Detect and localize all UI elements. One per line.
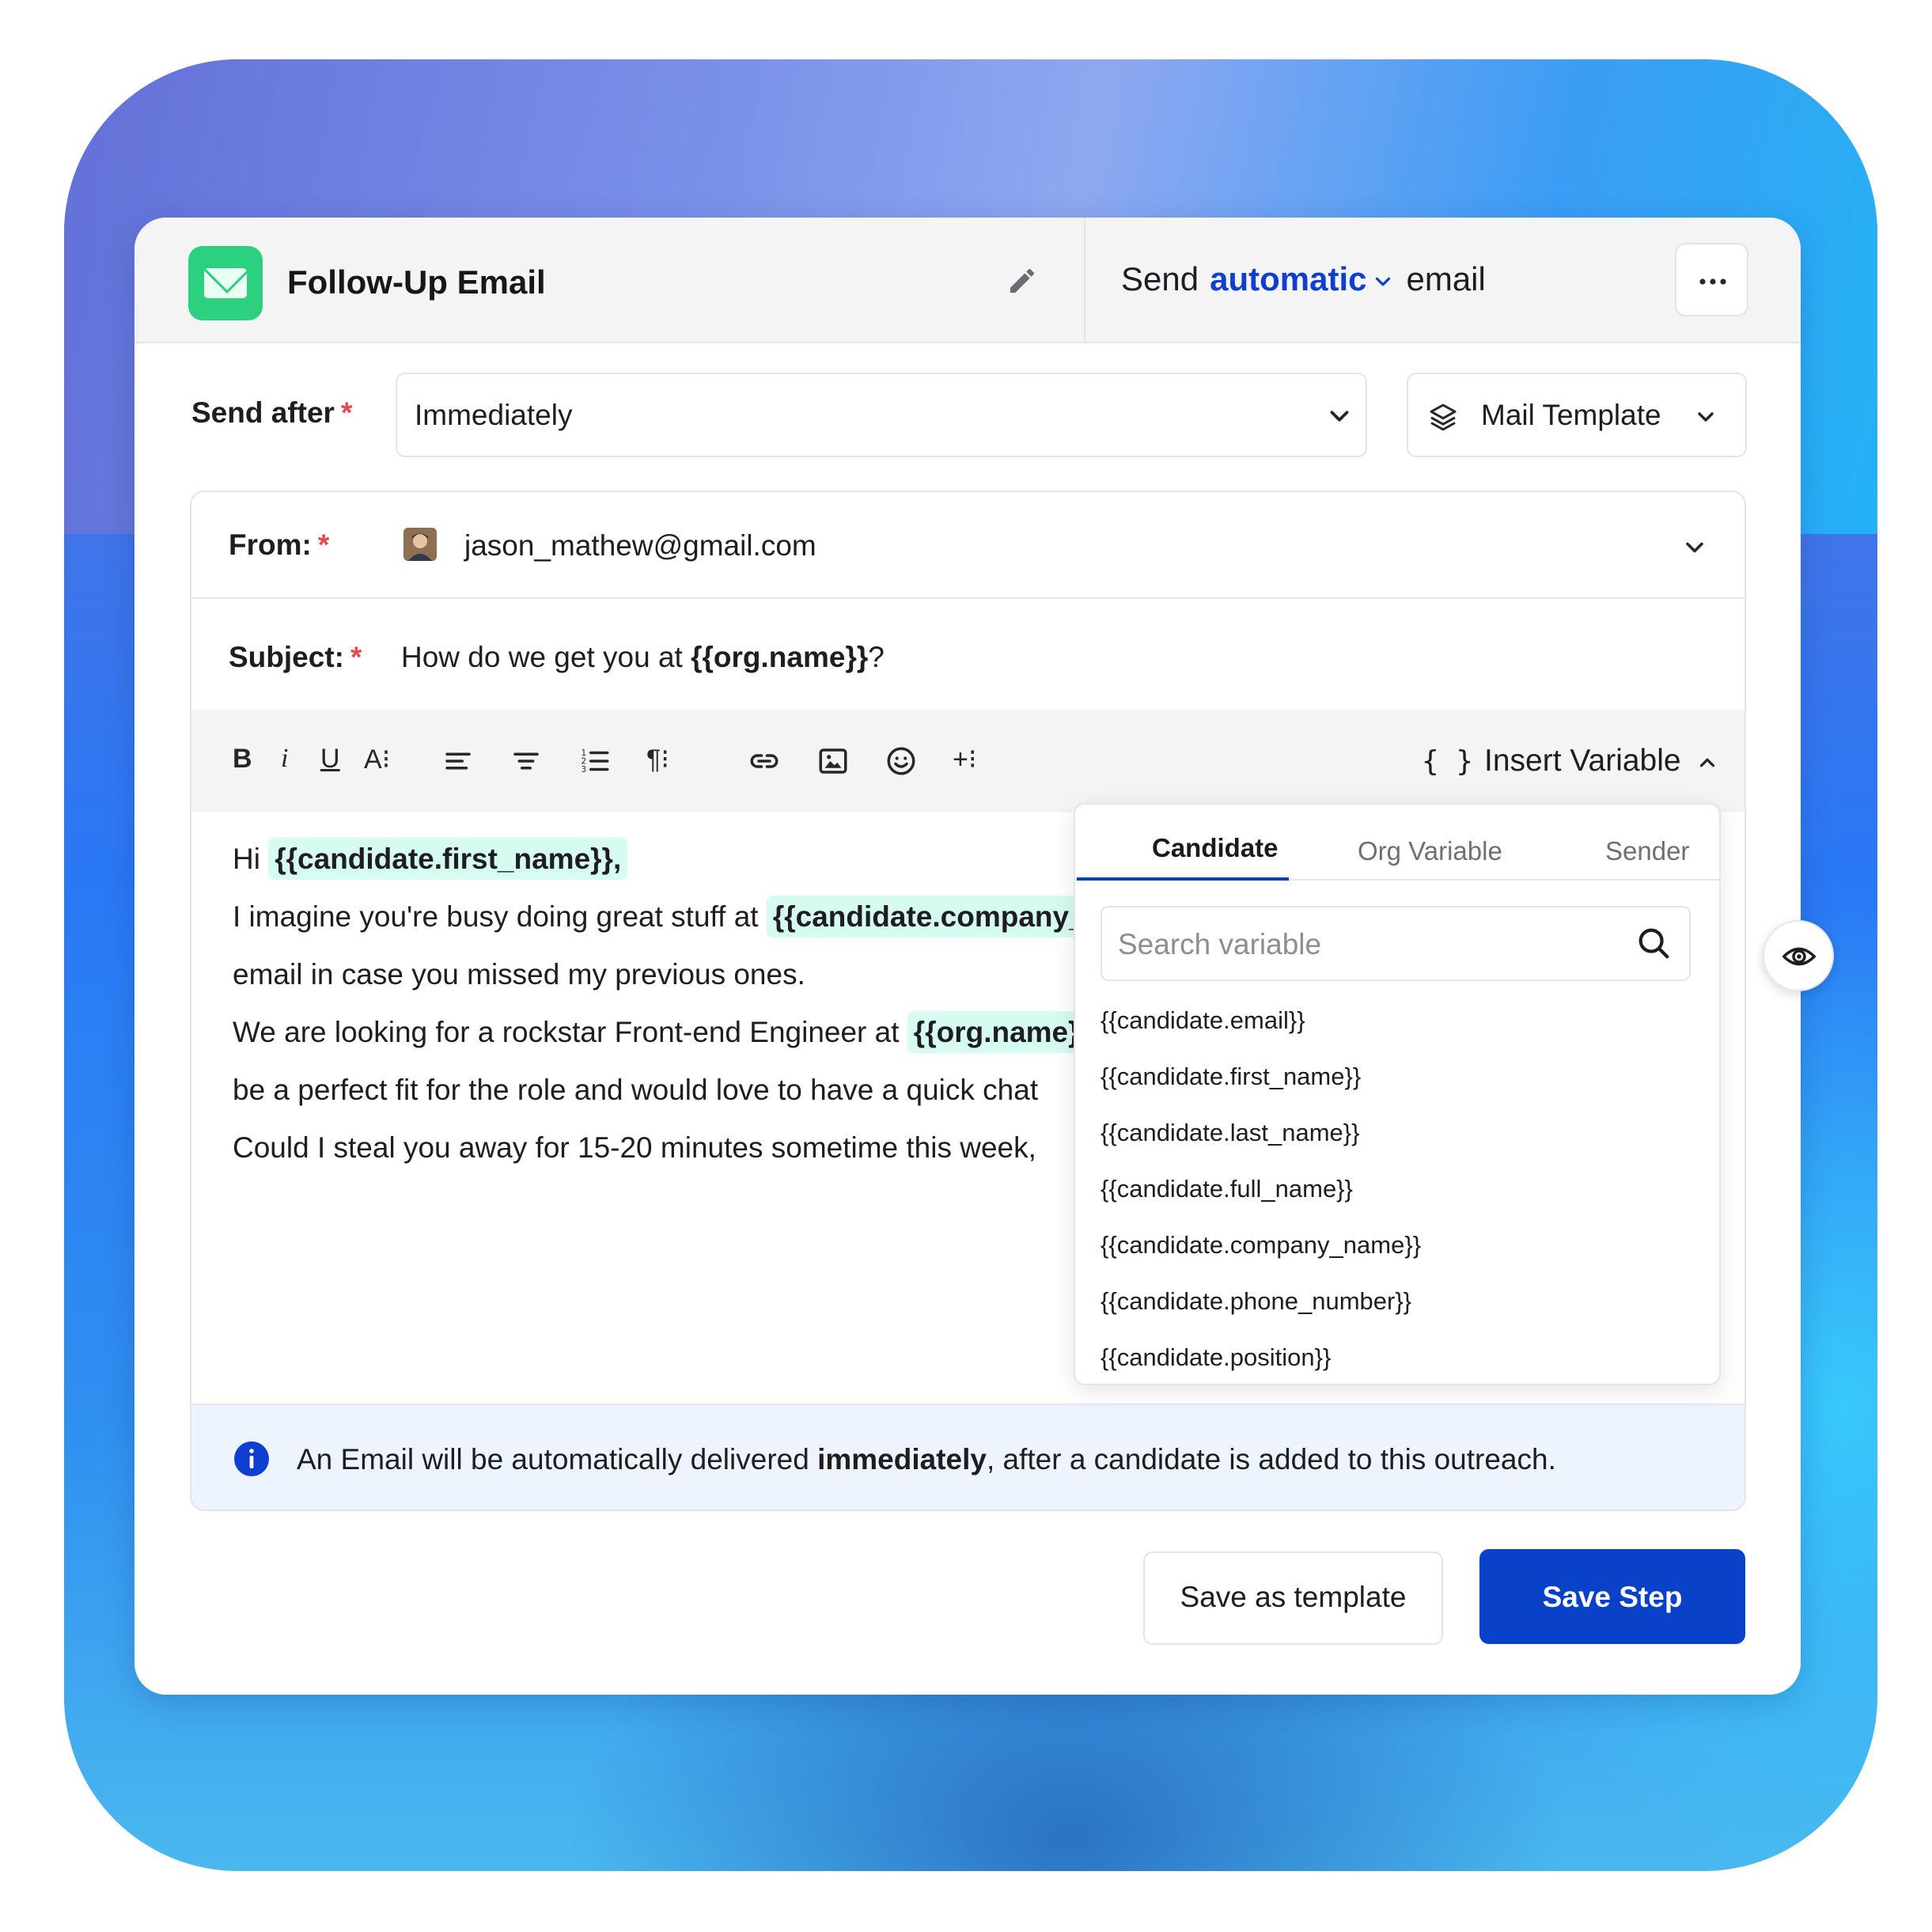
sender-avatar — [403, 528, 437, 561]
body-line: We are looking for a rockstar Front-end … — [233, 1011, 1082, 1053]
chevron-down-icon[interactable] — [1371, 270, 1395, 294]
send-prefix: Send — [1121, 260, 1199, 297]
subject-text: How do we get you at — [401, 641, 691, 673]
body-line: email in case you missed my previous one… — [233, 958, 805, 991]
subject-variable: {{org.name}} — [691, 641, 869, 673]
chevron-up-icon — [1699, 758, 1714, 767]
step-title: Follow-Up Email — [287, 263, 546, 301]
body-line: Hi {{candidate.first_name}}, — [233, 838, 628, 880]
variable-chip: {{org.name}} — [907, 1011, 1082, 1053]
send-after-select[interactable]: Immediately — [396, 373, 1367, 457]
required-mark: * — [317, 528, 330, 561]
numbered-list-icon[interactable]: 123 — [578, 744, 612, 778]
email-step-card: Follow-Up Email Send automatic email Send … — [134, 218, 1834, 1695]
bold-icon[interactable]: B — [233, 744, 252, 775]
insert-variable-label: Insert Variable — [1484, 744, 1681, 778]
info-icon — [234, 1441, 269, 1476]
save-as-template-button[interactable]: Save as template — [1143, 1551, 1443, 1645]
chevron-down-icon — [1698, 412, 1714, 422]
italic-icon[interactable]: i — [281, 744, 288, 774]
svg-text:3: 3 — [581, 765, 587, 775]
info-text: An Email will be automatically delivered — [297, 1443, 818, 1476]
variable-option[interactable]: {{candidate.last_name}} — [1100, 1119, 1360, 1147]
align-center-icon[interactable] — [510, 744, 543, 778]
body-text: Hi — [233, 843, 269, 875]
font-size-icon[interactable]: A⁝ — [364, 744, 391, 775]
variable-option[interactable]: {{candidate.first_name}} — [1100, 1063, 1361, 1091]
search-icon[interactable] — [1635, 925, 1672, 961]
emoji-icon[interactable] — [885, 744, 918, 778]
from-label-text: From: — [229, 528, 312, 561]
image-icon[interactable] — [816, 744, 850, 778]
eye-icon — [1782, 947, 1816, 966]
variable-chip: {{candidate.company_name}} — [766, 896, 1082, 938]
variable-option[interactable]: {{candidate.phone_number}} — [1100, 1287, 1411, 1316]
edit-pencil-icon[interactable] — [1006, 265, 1038, 297]
layers-icon — [1430, 403, 1457, 431]
body-text: I imagine you're busy doing great stuff … — [233, 900, 767, 933]
from-email[interactable]: jason_mathew@gmail.com — [464, 529, 816, 563]
step-header: Follow-Up Email Send automatic email — [134, 218, 1801, 343]
variable-option[interactable]: {{candidate.position}} — [1100, 1343, 1331, 1372]
send-after-value: Immediately — [415, 399, 573, 431]
subject-label: Subject: * — [229, 641, 362, 674]
mail-template-select[interactable]: Mail Template — [1407, 373, 1747, 457]
tab-candidate[interactable]: Candidate — [1152, 833, 1279, 863]
from-label: From: * — [229, 528, 329, 562]
body-line: Could I steal you away for 15-20 minutes… — [233, 1131, 1036, 1164]
tab-org-variable[interactable]: Org Variable — [1358, 836, 1502, 866]
send-mode-value[interactable]: automatic — [1210, 260, 1366, 297]
paragraph-icon[interactable]: ¶⁝ — [646, 744, 669, 775]
info-bold-text: immediately — [817, 1443, 987, 1476]
search-variable-box — [1100, 906, 1691, 981]
active-tab-indicator — [1077, 877, 1289, 881]
chevron-down-icon[interactable] — [1680, 533, 1709, 562]
underline-icon[interactable]: U — [320, 744, 340, 775]
divider — [191, 597, 1744, 599]
chevron-down-icon — [1330, 411, 1349, 422]
variable-chip: {{candidate.first_name}}, — [268, 838, 628, 880]
info-message: An Email will be automatically delivered… — [297, 1443, 1556, 1476]
link-icon[interactable] — [748, 744, 781, 778]
search-variable-input[interactable] — [1116, 922, 1594, 968]
info-banner: An Email will be automatically delivered… — [191, 1404, 1744, 1510]
more-dots-icon — [1699, 278, 1726, 285]
info-text-suffix: , after a candidate is added to this out… — [986, 1443, 1556, 1476]
required-mark: * — [350, 641, 362, 673]
send-mode-selector[interactable]: Send automatic email — [1121, 260, 1486, 298]
variable-option[interactable]: {{candidate.company_name}} — [1100, 1231, 1421, 1260]
variable-option[interactable]: {{candidate.email}} — [1100, 1006, 1305, 1035]
send-after-label: Send after * — [191, 396, 352, 430]
body-line: be a perfect fit for the role and would … — [233, 1074, 1039, 1106]
more-insert-icon[interactable]: +⁝ — [953, 744, 977, 775]
insert-variable-dropdown: Candidate Org Variable Sender {{candidat… — [1074, 803, 1721, 1385]
save-step-button[interactable]: Save Step — [1479, 1549, 1745, 1644]
editor-toolbar: B i U A⁝ 123 ¶⁝ +⁝ { } Insert Variable — [191, 710, 1744, 813]
insert-variable-button[interactable]: { } Insert Variable — [1422, 744, 1719, 778]
mail-icon — [188, 246, 263, 320]
preview-button[interactable] — [1763, 920, 1834, 991]
step-title-section: Follow-Up Email — [134, 218, 1085, 342]
required-mark: * — [340, 396, 353, 429]
mail-template-label: Mail Template — [1481, 399, 1661, 431]
variable-option[interactable]: {{candidate.full_name}} — [1100, 1175, 1353, 1203]
send-after-label-text: Send after — [191, 396, 335, 429]
subject-label-text: Subject: — [229, 641, 344, 673]
subject-suffix: ? — [868, 641, 885, 673]
braces-icon: { } — [1422, 745, 1474, 778]
body-text: We are looking for a rockstar Front-end … — [233, 1016, 907, 1048]
align-left-icon[interactable] — [441, 744, 475, 778]
subject-field[interactable]: How do we get you at {{org.name}}? — [401, 641, 885, 674]
tab-sender[interactable]: Sender — [1605, 836, 1689, 866]
more-options-button[interactable] — [1675, 243, 1748, 316]
body-line: I imagine you're busy doing great stuff … — [233, 896, 1082, 938]
send-suffix: email — [1406, 260, 1486, 297]
email-body-editor[interactable]: Hi {{candidate.first_name}}, I imagine y… — [191, 813, 1082, 1256]
